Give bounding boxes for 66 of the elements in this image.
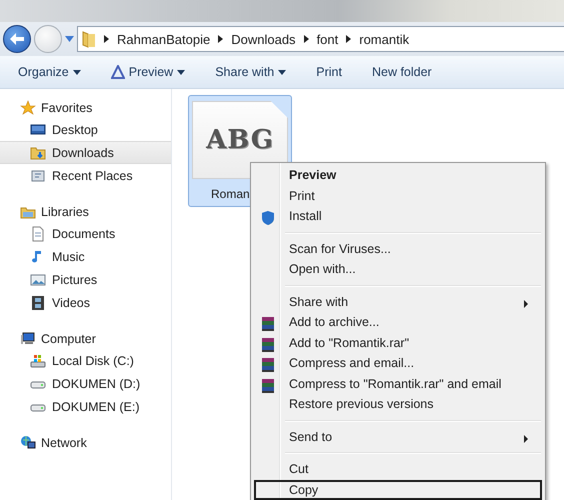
back-button[interactable] [3, 25, 31, 53]
file-thumbnail: ABG [192, 101, 288, 179]
sidebar-item[interactable]: Documents [0, 222, 171, 245]
sidebar-item[interactable]: Local Disk (C:) [0, 349, 171, 372]
menu-item[interactable]: Open with... [254, 259, 542, 280]
document-icon [30, 226, 46, 242]
caret-icon [278, 70, 286, 74]
menu-item[interactable]: Install [254, 206, 542, 226]
menu-item[interactable]: Scan for Viruses... [254, 238, 542, 259]
sidebar-item[interactable]: Downloads [0, 141, 171, 164]
pictures-icon [30, 272, 46, 288]
caret-icon [177, 70, 186, 74]
menu-item[interactable]: Share with [254, 292, 542, 312]
books-icon [260, 316, 276, 332]
sidebar-item[interactable]: Music [0, 245, 171, 268]
menu-item[interactable]: Cut [254, 459, 542, 480]
folder-icon [82, 30, 96, 48]
breadcrumb[interactable]: romantik [359, 32, 410, 46]
breadcrumb[interactable]: RahmanBatopie [117, 32, 210, 46]
sidebar-item[interactable]: Videos [0, 291, 171, 314]
books-icon [260, 336, 276, 352]
system-disk-icon [30, 352, 46, 368]
menu-item[interactable]: Send to [254, 426, 542, 447]
menu-item[interactable]: Compress and email... [254, 353, 542, 374]
downloads-icon [30, 144, 46, 160]
menu-item[interactable]: Restore previous versions [254, 394, 542, 414]
menu-item[interactable]: Copy [254, 480, 542, 500]
submenu-arrow-icon [524, 300, 528, 308]
sidebar-header[interactable]: Computer [0, 328, 171, 349]
preview-icon [110, 65, 125, 79]
star-icon [20, 100, 36, 116]
toolbar-button[interactable]: Preview [104, 62, 192, 82]
chevron-icon[interactable] [218, 35, 224, 43]
menu-item[interactable]: Add to "Romantik.rar" [254, 332, 542, 353]
books-icon [260, 357, 276, 373]
chevron-icon[interactable] [104, 35, 109, 43]
computer-icon [20, 330, 36, 346]
sidebar-item[interactable]: DOKUMEN (D:) [0, 372, 171, 395]
submenu-arrow-icon [524, 434, 528, 442]
sidebar-item[interactable]: DOKUMEN (E:) [0, 395, 171, 418]
toolbar-button[interactable]: Organize [12, 62, 87, 82]
shield-icon [260, 210, 276, 226]
caret-icon[interactable] [65, 36, 74, 42]
toolbar-button[interactable]: New folder [366, 62, 438, 82]
network-icon [20, 434, 36, 450]
sidebar-header[interactable]: Libraries [0, 201, 171, 222]
menu-item[interactable]: Add to archive... [254, 312, 542, 332]
recent-icon [30, 168, 46, 184]
chevron-icon[interactable] [304, 35, 309, 43]
sidebar-header[interactable]: Favorites [0, 97, 171, 118]
desktop-icon [30, 122, 46, 138]
address-field[interactable]: RahmanBatopie Downloads font romantik [77, 26, 564, 52]
breadcrumb[interactable]: font [316, 32, 338, 46]
caret-icon [72, 70, 81, 74]
breadcrumb[interactable]: Downloads [231, 32, 296, 46]
books-icon [260, 378, 276, 394]
sidebar-header[interactable]: Network [0, 432, 171, 453]
sidebar-item[interactable]: Recent Places [0, 164, 171, 187]
toolbar-button[interactable]: Share with [209, 62, 292, 82]
videos-icon [30, 294, 46, 310]
sidebar-item[interactable]: Desktop [0, 118, 171, 141]
back-arrow-icon [10, 33, 24, 45]
chevron-icon[interactable] [346, 35, 352, 43]
menu-item[interactable]: Compress to "Romantik.rar" and email [254, 374, 542, 394]
sidebar-item[interactable]: Pictures [0, 268, 171, 291]
toolbar-button[interactable]: Print [310, 62, 348, 82]
